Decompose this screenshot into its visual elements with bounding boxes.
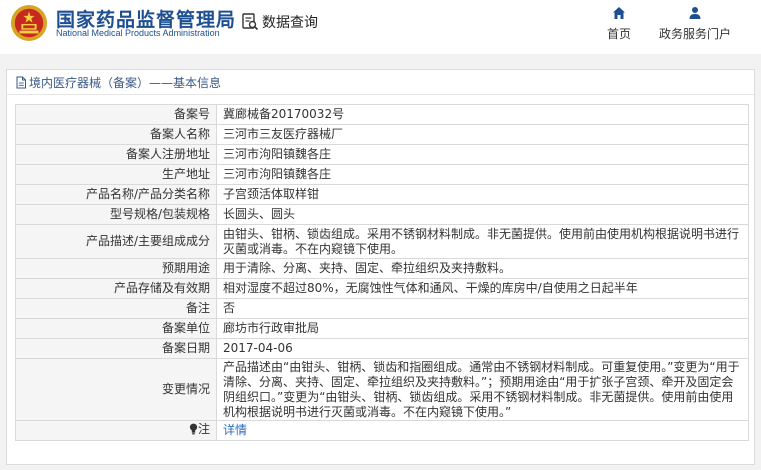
field-label: 备案人名称 [15, 124, 217, 145]
field-label: 生产地址 [15, 164, 217, 185]
record-detail-panel: 境内医疗器械（备案）——基本信息 备案号 冀廊械备20170032号 备案人名称… [6, 69, 755, 465]
field-label: 变更情况 [15, 358, 217, 421]
field-label: 型号规格/包装规格 [15, 204, 217, 225]
field-label: 预期用途 [15, 258, 217, 279]
table-row: 注 详情 [15, 420, 749, 441]
home-icon [613, 7, 625, 19]
national-emblem-icon [10, 4, 48, 42]
field-value: 冀廊械备20170032号 [216, 104, 749, 125]
panel-title: 境内医疗器械（备案）——基本信息 [29, 75, 222, 90]
table-row: 备案人注册地址 三河市泃阳镇魏各庄 [15, 144, 749, 165]
field-value: 否 [216, 298, 749, 319]
field-value: 三河市泃阳镇魏各庄 [216, 164, 749, 185]
table-row: 备注 否 [15, 298, 749, 319]
document-search-icon [242, 13, 259, 31]
field-value: 2017-04-06 [216, 338, 749, 359]
nav-gov-service-portal-label: 政务服务门户 [658, 27, 731, 41]
table-row: 备案单位 廊坊市行政审批局 [15, 318, 749, 339]
field-value: 三河市三友医疗器械厂 [216, 124, 749, 145]
nav-gov-service-portal[interactable]: 政务服务门户 [653, 6, 737, 42]
field-label: 备注 [15, 298, 217, 319]
field-value: 相对湿度不超过80%，无腐蚀性气体和通风、干燥的库房中/自使用之日起半年 [216, 278, 749, 299]
table-row: 变更情况 产品描述由“由钳头、钳柄、锁齿和指圈组成。通常由不锈钢材料制成。可重复… [15, 358, 749, 421]
note-label-cell: 注 [15, 420, 217, 441]
field-label: 备案单位 [15, 318, 217, 339]
note-value-cell: 详情 [216, 420, 749, 441]
field-label: 产品描述/主要组成成分 [15, 224, 217, 259]
table-row: 生产地址 三河市泃阳镇魏各庄 [15, 164, 749, 185]
site-logo-subtitle: National Medical Products Administration [56, 28, 220, 38]
panel-title-bar: 境内医疗器械（备案）——基本信息 [7, 70, 754, 95]
data-query-label: 数据查询 [262, 15, 318, 31]
table-row: 产品描述/主要组成成分 由钳头、钳柄、锁齿组成。采用不锈钢材料制成。非无菌提供。… [15, 224, 749, 259]
table-row: 备案号 冀廊械备20170032号 [15, 104, 749, 125]
note-label: 注 [189, 422, 210, 437]
field-value: 子宫颈活体取样钳 [216, 184, 749, 205]
field-value: 三河市泃阳镇魏各庄 [216, 144, 749, 165]
nav-home-label: 首页 [606, 27, 631, 41]
field-label: 备案人注册地址 [15, 144, 217, 165]
lightbulb-icon [189, 423, 198, 435]
site-header: 国家药品监督管理局 National Medical Products Admi… [0, 0, 761, 54]
table-row: 备案人名称 三河市三友医疗器械厂 [15, 124, 749, 145]
record-detail-table: 备案号 冀廊械备20170032号 备案人名称 三河市三友医疗器械厂 备案人注册… [15, 104, 749, 441]
document-icon [16, 76, 26, 88]
field-label: 产品存储及有效期 [15, 278, 217, 299]
field-label: 备案日期 [15, 338, 217, 359]
user-icon [689, 7, 701, 19]
field-value: 长圆头、圆头 [216, 204, 749, 225]
table-row: 产品存储及有效期 相对湿度不超过80%，无腐蚀性气体和通风、干燥的库房中/自使用… [15, 278, 749, 299]
table-row: 预期用途 用于清除、分离、夹持、固定、牵拉组织及夹持敷料。 [15, 258, 749, 279]
details-link[interactable]: 详情 [223, 423, 247, 437]
data-query-heading: 数据查询 [241, 12, 318, 32]
field-value: 产品描述由“由钳头、钳柄、锁齿和指圈组成。通常由不锈钢材料制成。可重复使用。”变… [216, 358, 749, 421]
field-value: 用于清除、分离、夹持、固定、牵拉组织及夹持敷料。 [216, 258, 749, 279]
note-label-text: 注 [197, 421, 210, 436]
table-row: 型号规格/包装规格 长圆头、圆头 [15, 204, 749, 225]
table-row: 产品名称/产品分类名称 子宫颈活体取样钳 [15, 184, 749, 205]
field-value: 由钳头、钳柄、锁齿组成。采用不锈钢材料制成。非无菌提供。使用前由使用机构根据说明… [216, 224, 749, 259]
field-label: 产品名称/产品分类名称 [15, 184, 217, 205]
field-value: 廊坊市行政审批局 [216, 318, 749, 339]
nav-home[interactable]: 首页 [602, 6, 636, 42]
field-label: 备案号 [15, 104, 217, 125]
table-row: 备案日期 2017-04-06 [15, 338, 749, 359]
